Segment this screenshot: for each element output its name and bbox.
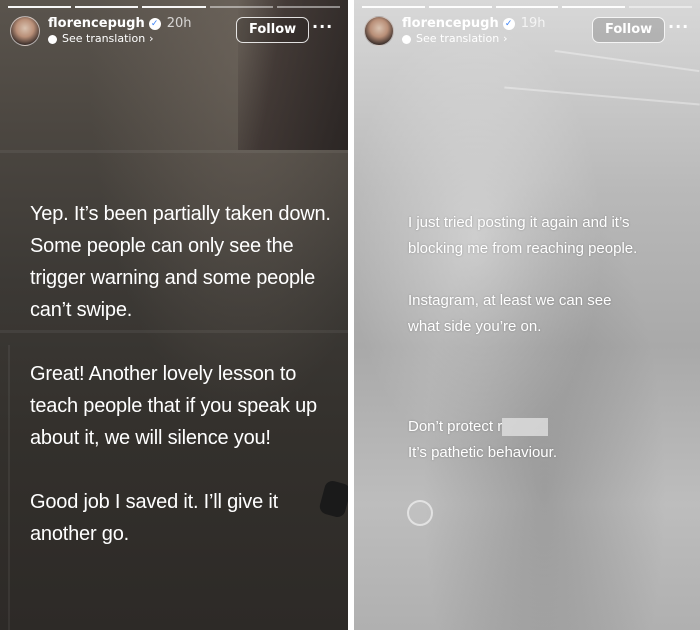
story-header-user[interactable]: florencepugh ✓ 19h [402, 16, 545, 31]
progress-segment [75, 6, 139, 8]
wall-molding [0, 150, 348, 153]
story-paragraph: Great! Another lovely lesson to teach pe… [30, 363, 317, 449]
progress-segment [495, 6, 559, 8]
see-translation-label: See translation [416, 32, 500, 45]
progress-segment [562, 6, 626, 8]
story-line: It’s pathetic behaviour. [408, 444, 557, 461]
story-progress-bar [362, 6, 692, 8]
follow-button[interactable]: Follow [236, 17, 310, 43]
see-translation-link[interactable]: See translation › [402, 32, 508, 45]
story-paragraph: Good job I saved it. I’ll give it anothe… [30, 491, 278, 545]
censor-block [502, 418, 549, 437]
progress-segment [428, 6, 492, 8]
follow-button[interactable]: Follow [592, 17, 666, 43]
verified-badge-icon: ✓ [502, 17, 515, 30]
avatar[interactable] [10, 16, 40, 46]
more-dots-icon[interactable]: ··· [312, 17, 333, 36]
door-panel-edge [8, 345, 10, 630]
story-header-user[interactable]: florencepugh ✓ 20h [48, 16, 191, 31]
story-text: Yep. It’s been partially taken down. Som… [30, 198, 346, 582]
progress-segment [629, 6, 692, 8]
username[interactable]: florencepugh [402, 16, 499, 31]
globe-icon [48, 34, 57, 44]
see-translation-link[interactable]: See translation › [48, 32, 154, 45]
progress-segment [209, 6, 273, 8]
username[interactable]: florencepugh [48, 16, 145, 31]
progress-segment [8, 6, 72, 8]
avatar[interactable] [364, 16, 394, 46]
see-translation-label: See translation [62, 32, 146, 45]
progress-segment [276, 6, 341, 8]
post-time: 19h [520, 16, 546, 31]
story-paragraph: Instagram, at least we can see what side… [408, 292, 612, 335]
globe-icon [402, 34, 411, 44]
ceiling-edge [554, 49, 700, 73]
chevron-right-icon: › [503, 32, 508, 45]
story-line: Don’t protect r [408, 418, 503, 435]
story-paragraph-final: Don’t protect r It’s pathetic behaviour. [408, 414, 694, 466]
progress-segment [362, 6, 425, 8]
story-paragraph: Yep. It’s been partially taken down. Som… [30, 203, 331, 321]
story-progress-bar [8, 6, 341, 8]
ceiling-edge [504, 86, 700, 106]
wall-ring-decoration [407, 500, 433, 526]
story-paragraph: I just tried posting it again and it’s b… [408, 214, 638, 257]
story-text: I just tried posting it again and it’s b… [408, 210, 694, 466]
chevron-right-icon: › [149, 32, 154, 45]
progress-segment [142, 6, 206, 8]
post-time: 20h [166, 16, 192, 31]
more-dots-icon[interactable]: ··· [668, 17, 689, 36]
story-panel-left[interactable]: florencepugh ✓ 20h See translation › Follow… [0, 0, 348, 630]
verified-badge-icon: ✓ [148, 17, 161, 30]
